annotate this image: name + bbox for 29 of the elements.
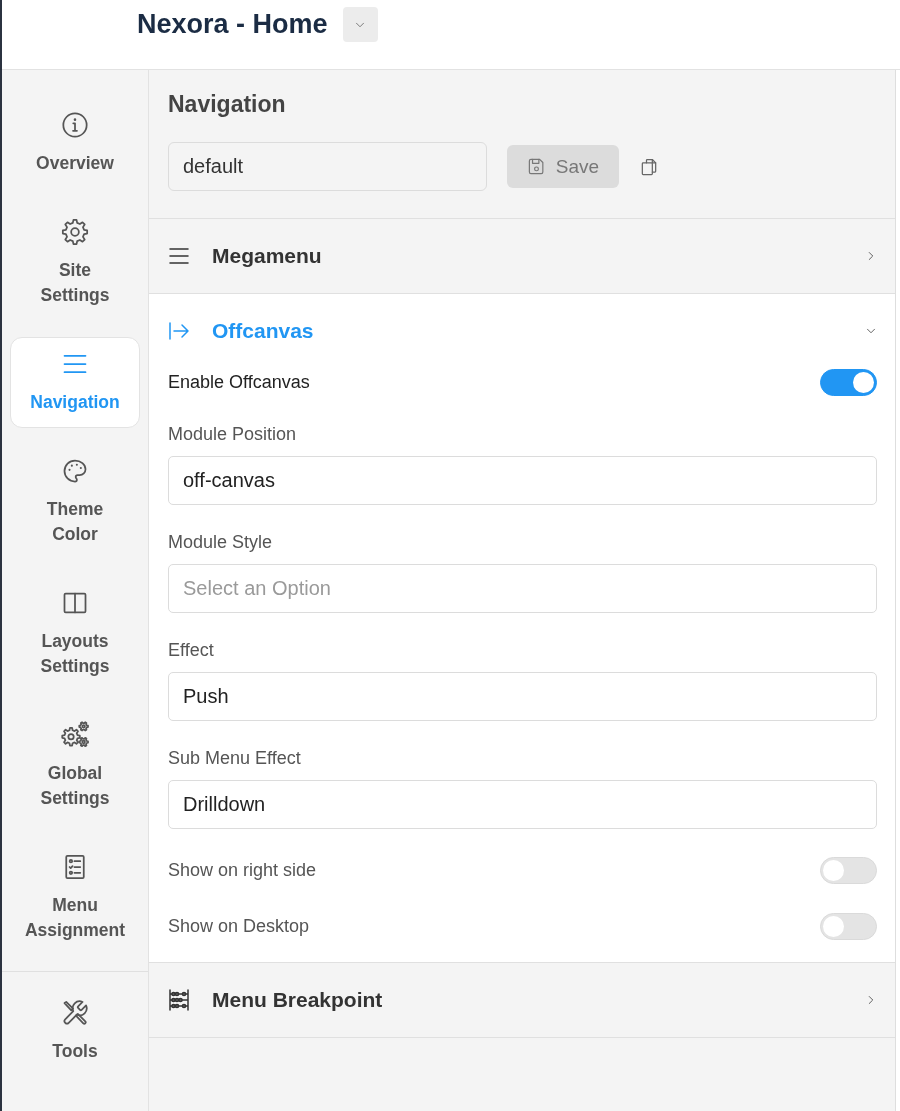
sidebar-item[interactable]: Tools [10,986,140,1077]
toggle-label: Show on right side [168,859,317,881]
sidebar-item[interactable]: Menu Assignment [10,840,140,956]
page-title: Nexora - Home [137,8,328,41]
toggle-label: Enable Offcanvas [168,371,310,393]
text-field[interactable]: Push [168,672,877,721]
sidebar-item[interactable]: Theme Color [10,444,140,560]
panel-title: Navigation [168,90,287,118]
text-field[interactable]: Drilldown [168,780,877,829]
gear-icon [61,218,89,246]
palette-icon [61,457,89,485]
preset-name-field[interactable]: default [168,142,487,191]
field-label: Module Style [168,531,274,553]
info-icon [61,111,89,139]
gears-icon [61,721,89,749]
text-field[interactable]: Select an Option [168,564,877,613]
sidebar-item[interactable]: Layouts Settings [10,576,140,692]
field-label: Effect [168,639,215,661]
toggle-switch[interactable] [820,368,877,396]
abacus-icon [167,988,191,1012]
dropdown-button[interactable] [342,7,378,42]
field-label: Sub Menu Effect [168,747,302,769]
text-field[interactable]: off-canvas [168,456,877,505]
sidebar-item[interactable]: Site Settings [10,205,140,321]
field-label: Module Position [168,423,298,445]
tools-icon [61,999,89,1027]
toggle-label: Show on Desktop [168,915,310,937]
sidebar-item[interactable]: Global Settings [10,708,140,824]
sidebar-item[interactable]: Overview [10,98,140,189]
